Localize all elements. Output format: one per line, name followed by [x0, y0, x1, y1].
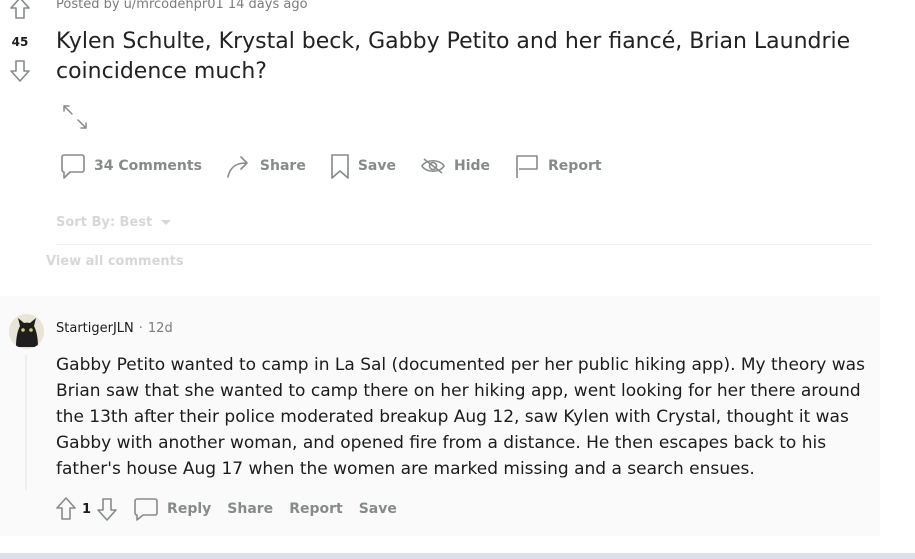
view-all-comments-link[interactable]: View all comments: [46, 254, 184, 269]
save-label: Save: [357, 158, 396, 174]
report-label: Report: [548, 158, 602, 174]
comment-body: Gabby Petito wanted to camp in La Sal (d…: [56, 355, 865, 479]
downvote-icon[interactable]: [95, 496, 119, 522]
comment-report-label: Report: [289, 501, 343, 517]
hide-eye-icon: [421, 158, 445, 174]
comment-icon: [61, 154, 85, 179]
divider: [56, 244, 872, 245]
comments-button[interactable]: 34 Comments: [60, 152, 202, 180]
comments-count-label: 34 Comments: [94, 158, 202, 174]
comment-share-label: Share: [227, 501, 274, 517]
upvote-icon[interactable]: [9, 0, 31, 20]
meta-separator: ·: [138, 321, 143, 336]
reply-label: Reply: [167, 501, 212, 517]
page-gutter: [0, 553, 915, 559]
expand-icon[interactable]: [62, 104, 88, 130]
report-button[interactable]: Report: [514, 153, 602, 179]
hide-button[interactable]: Hide: [420, 155, 490, 177]
post-title[interactable]: Kylen Schulte, Krystal beck, Gabby Petit…: [56, 27, 896, 87]
comment-time[interactable]: 12d: [148, 321, 173, 336]
comment-share-button[interactable]: Share: [227, 501, 273, 517]
hide-label: Hide: [453, 158, 491, 174]
thread-line[interactable]: [25, 355, 27, 490]
comment-meta: StartigerJLN · 12d: [56, 321, 173, 336]
downvote-icon[interactable]: [9, 59, 31, 83]
post-meta: Posted by u/mrcodehpr01 14 days ago: [56, 0, 308, 12]
cat-avatar-icon: [9, 314, 44, 349]
sort-label: Sort By: Best: [56, 215, 153, 230]
share-icon: [227, 156, 248, 178]
comment-score: 1: [82, 501, 92, 517]
post-actions-bar: 34 Comments Share Save Hide Report: [60, 150, 626, 182]
reply-button[interactable]: Reply: [133, 496, 211, 522]
avatar[interactable]: [9, 314, 44, 349]
bookmark-icon: [331, 154, 349, 179]
comment-report-button[interactable]: Report: [289, 501, 343, 517]
comment-save-label: Save: [358, 501, 397, 517]
comment-actions-bar: 1 Reply Share Report Save: [54, 495, 413, 523]
save-button[interactable]: Save: [330, 152, 396, 180]
chevron-down-icon: [161, 219, 172, 225]
share-button[interactable]: Share: [226, 153, 306, 179]
upvote-icon[interactable]: [54, 496, 78, 522]
comment-icon: [134, 498, 158, 521]
share-label: Share: [259, 158, 306, 174]
comment-save-button[interactable]: Save: [359, 501, 397, 517]
sort-dropdown[interactable]: Sort By: Best: [56, 215, 172, 230]
post-score: 45: [11, 35, 29, 49]
flag-icon: [516, 155, 538, 178]
comment-author[interactable]: StartigerJLN: [56, 321, 134, 336]
